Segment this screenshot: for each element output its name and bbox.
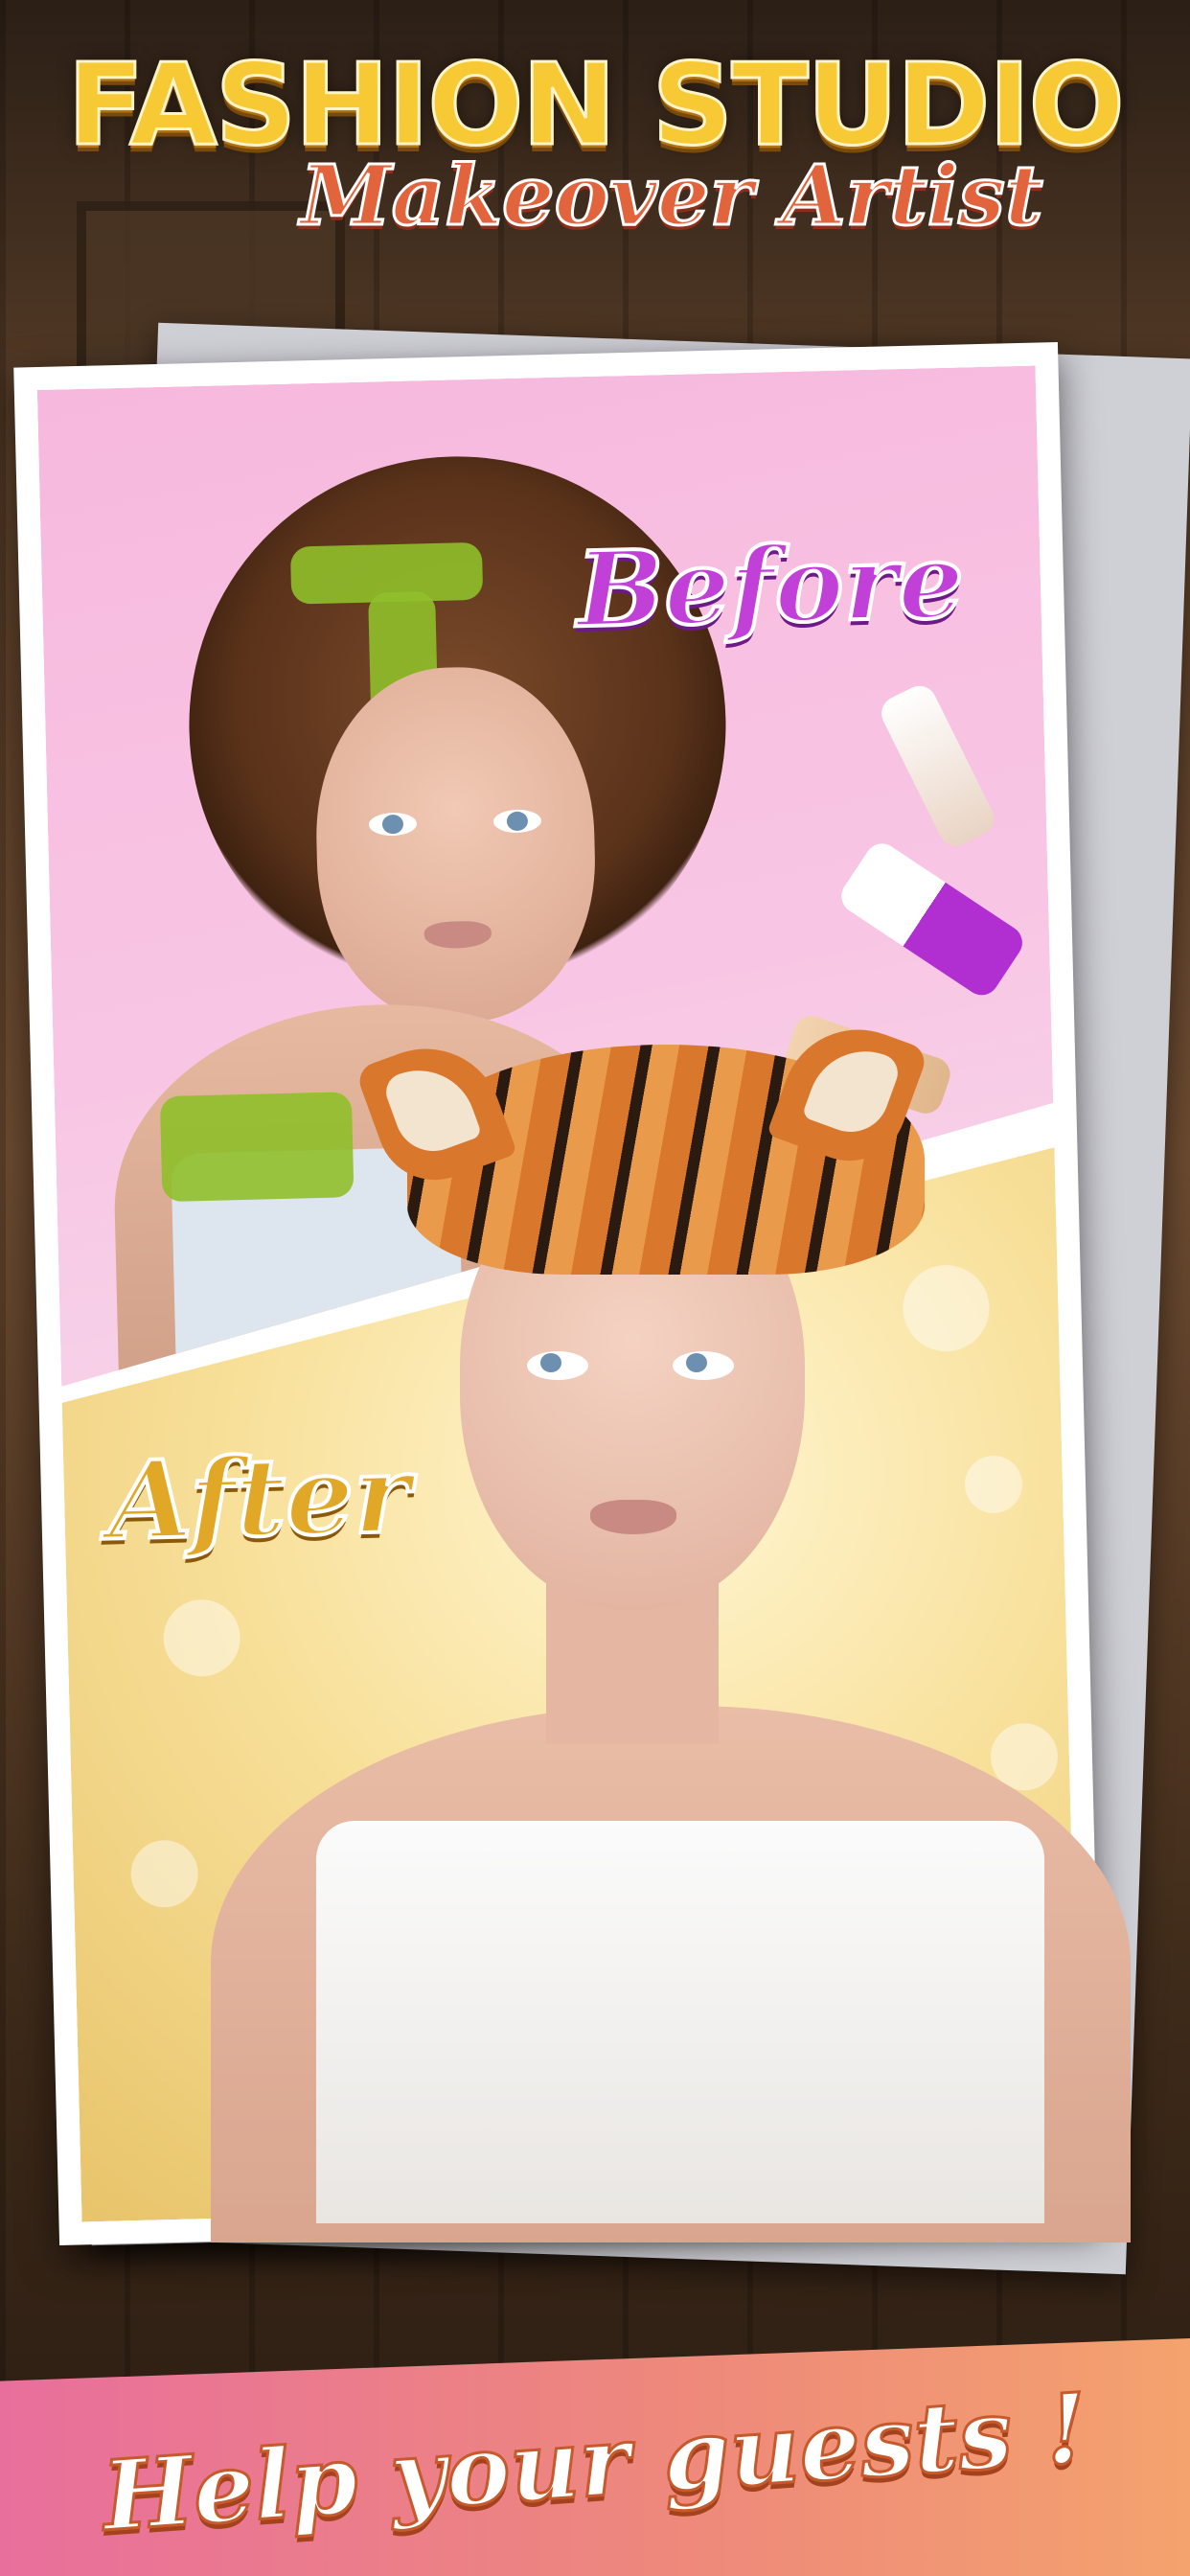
before-label: Before: [575, 520, 966, 652]
bokeh-light: [902, 1264, 990, 1352]
after-dress: [316, 1821, 1044, 2223]
lips: [423, 921, 492, 950]
bokeh-light: [130, 1839, 199, 1908]
lips: [590, 1500, 676, 1534]
eye: [527, 1351, 588, 1380]
cosmetic-bottle-icon: [876, 680, 999, 852]
slime-stain: [160, 1092, 355, 1202]
logo-subtitle: Makeover Artist: [299, 148, 1044, 244]
game-logo: FASHION STUDIO Makeover Artist: [0, 38, 1190, 244]
slime-stain: [290, 542, 483, 605]
eye: [369, 812, 418, 836]
eye: [673, 1351, 734, 1380]
bokeh-light: [163, 1598, 241, 1677]
eye: [493, 809, 542, 833]
after-label: After: [105, 1430, 414, 1567]
bokeh-light: [964, 1455, 1022, 1513]
lipstick-tube-icon: [835, 837, 1029, 1001]
logo-title: FASHION STUDIO: [66, 38, 1127, 171]
